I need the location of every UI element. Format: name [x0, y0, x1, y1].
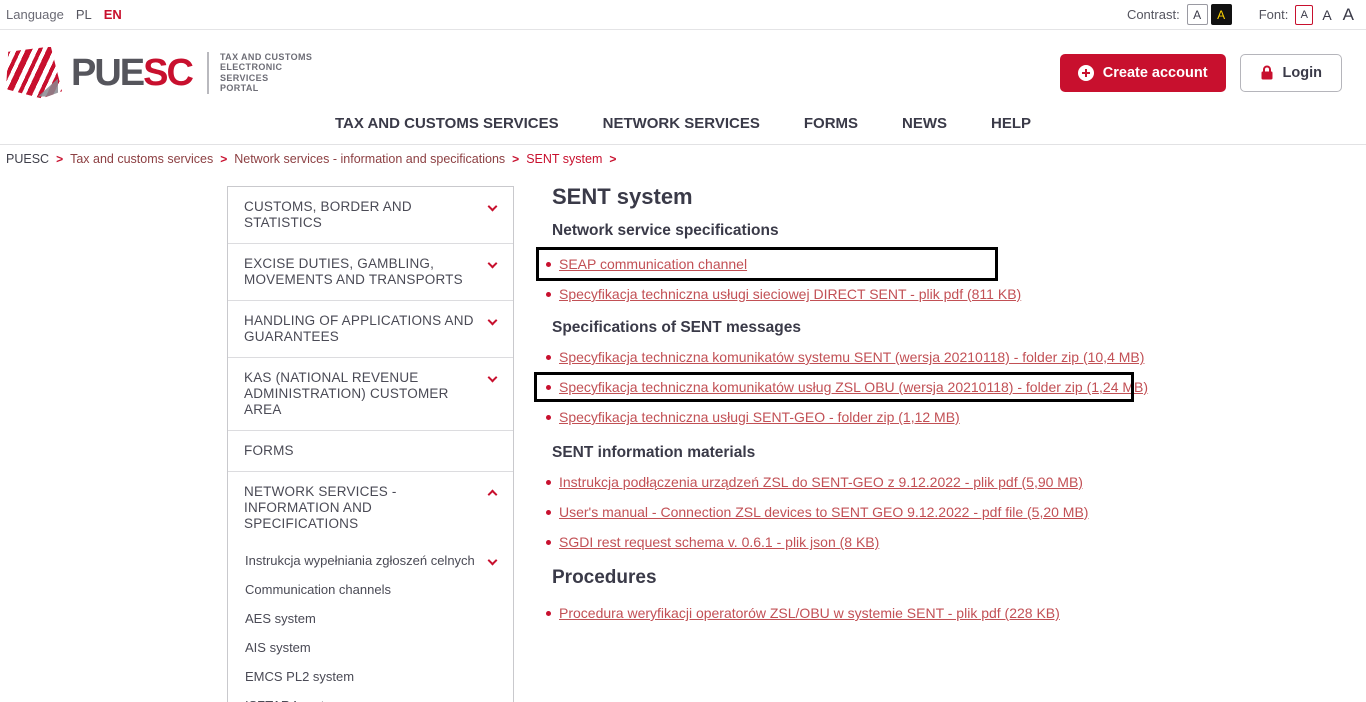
list-item: Procedura weryfikacji operatorów ZSL/OBU…: [546, 600, 1206, 627]
logo-divider: [207, 52, 209, 94]
breadcrumb-chevron-icon: >: [512, 152, 519, 166]
contrast-label: Contrast:: [1127, 7, 1180, 22]
site-header: PUESC TAX AND CUSTOMS ELECTRONIC SERVICE…: [0, 30, 1366, 115]
nav-news[interactable]: NEWS: [902, 115, 947, 132]
sidebar-item-customs-border-statistics[interactable]: CUSTOMS, BORDER AND STATISTICS: [228, 187, 513, 243]
bullet-icon: [546, 292, 551, 297]
link-zsl-obu-messages-zip[interactable]: Specyfikacja techniczna komunikatów usłu…: [559, 379, 1148, 395]
sidebar-menu: CUSTOMS, BORDER AND STATISTICS EXCISE DU…: [227, 186, 514, 702]
nav-forms[interactable]: FORMS: [804, 115, 858, 132]
sidebar-subitem-emcs-pl2-system[interactable]: EMCS PL2 system: [228, 662, 513, 691]
sidebar-subitem-instrukcja-zgloszen[interactable]: Instrukcja wypełniania zgłoszeń celnych: [228, 546, 513, 575]
list-item: SEAP communication channel: [546, 251, 1206, 278]
language-pl-link[interactable]: PL: [76, 7, 92, 22]
link-sent-system-messages-zip[interactable]: Specyfikacja techniczna komunikatów syst…: [559, 349, 1144, 365]
padlock-icon: [1260, 65, 1274, 80]
sidebar-subitem-isztar4-system[interactable]: ISZTAR4 system: [228, 691, 513, 702]
language-label: Language: [6, 7, 64, 22]
font-size-large-button[interactable]: A: [1341, 5, 1356, 25]
link-users-manual-connection-zsl-pdf[interactable]: User's manual - Connection ZSL devices t…: [559, 504, 1088, 520]
sidebar-subitem-aes-system[interactable]: AES system: [228, 604, 513, 633]
plus-circle-icon: [1078, 65, 1094, 81]
chevron-down-icon: [488, 259, 498, 269]
font-label: Font:: [1259, 7, 1289, 22]
section-heading-sent-information-materials: SENT information materials: [552, 443, 1206, 463]
logo-tagline: TAX AND CUSTOMS ELECTRONIC SERVICES PORT…: [220, 52, 312, 94]
create-account-button[interactable]: Create account: [1060, 54, 1226, 92]
link-seap-communication-channel[interactable]: SEAP communication channel: [559, 256, 747, 272]
bullet-icon: [546, 540, 551, 545]
sidebar-subitem-ais-system[interactable]: AIS system: [228, 633, 513, 662]
puesc-emblem-icon: [6, 47, 62, 99]
puesc-logo[interactable]: PUESC TAX AND CUSTOMS ELECTRONIC SERVICE…: [6, 47, 312, 99]
bullet-icon: [546, 262, 551, 267]
bullet-icon: [546, 480, 551, 485]
chevron-down-icon: [488, 373, 498, 383]
chevron-up-icon: [488, 490, 498, 500]
puesc-page: Language PL EN Contrast: A A Font: A A A…: [0, 0, 1366, 702]
breadcrumb-tax-and-customs[interactable]: Tax and customs services: [70, 152, 213, 166]
breadcrumb-sent-system[interactable]: SENT system: [526, 152, 602, 166]
bullet-icon: [546, 510, 551, 515]
sidebar-item-kas-customer-area[interactable]: KAS (NATIONAL REVENUE ADMINISTRATION) CU…: [228, 357, 513, 430]
sidebar-item-excise-duties[interactable]: EXCISE DUTIES, GAMBLING, MOVEMENTS AND T…: [228, 243, 513, 300]
bullet-icon: [546, 355, 551, 360]
list-item: Specyfikacja techniczna komunikatów syst…: [546, 344, 1206, 371]
nav-tax-and-customs-services[interactable]: TAX AND CUSTOMS SERVICES: [335, 115, 559, 132]
logo-wordmark: PUESC: [71, 54, 192, 92]
breadcrumb: PUESC > Tax and customs services > Netwo…: [0, 145, 1366, 166]
list-item: Specyfikacja techniczna usługi SENT-GEO …: [546, 404, 1206, 431]
section-heading-specifications-of-sent-messages: Specifications of SENT messages: [552, 318, 1206, 338]
main-content: SENT system Network service specificatio…: [546, 183, 1206, 630]
font-size-medium-button[interactable]: A: [1320, 7, 1333, 23]
bullet-icon: [546, 611, 551, 616]
sidebar-item-handling-applications[interactable]: HANDLING OF APPLICATIONS AND GUARANTEES: [228, 300, 513, 357]
font-size-small-button[interactable]: A: [1295, 5, 1313, 25]
chevron-down-icon: [488, 556, 498, 566]
list-item: Specyfikacja techniczna komunikatów usłu…: [546, 374, 1206, 401]
sidebar-submenu: Instrukcja wypełniania zgłoszeń celnych …: [228, 544, 513, 702]
link-sgdi-rest-request-schema-json[interactable]: SGDI rest request schema v. 0.6.1 - plik…: [559, 534, 879, 550]
page-title: SENT system: [552, 183, 1206, 211]
list-item: Specyfikacja techniczna usługi sieciowej…: [546, 281, 1206, 308]
breadcrumb-chevron-icon: >: [56, 152, 63, 166]
breadcrumb-chevron-icon: >: [609, 152, 616, 166]
breadcrumb-network-services[interactable]: Network services - information and speci…: [234, 152, 505, 166]
nav-help[interactable]: HELP: [991, 115, 1031, 132]
bullet-icon: [546, 385, 551, 390]
login-button[interactable]: Login: [1240, 54, 1342, 92]
sidebar-item-network-services-info[interactable]: NETWORK SERVICES - INFORMATION AND SPECI…: [228, 471, 513, 544]
link-instrukcja-podlaczenia-zsl-pdf[interactable]: Instrukcja podłączenia urządzeń ZSL do S…: [559, 474, 1083, 490]
link-sent-geo-service-zip[interactable]: Specyfikacja techniczna usługi SENT-GEO …: [559, 409, 960, 425]
chevron-down-icon: [488, 316, 498, 326]
breadcrumb-chevron-icon: >: [220, 152, 227, 166]
main-navigation: TAX AND CUSTOMS SERVICES NETWORK SERVICE…: [0, 115, 1366, 145]
contrast-normal-button[interactable]: A: [1187, 4, 1208, 25]
chevron-down-icon: [488, 202, 498, 212]
sidebar-item-forms[interactable]: FORMS: [228, 430, 513, 471]
link-list: Procedura weryfikacji operatorów ZSL/OBU…: [546, 600, 1206, 627]
link-procedura-weryfikacji-zsl-obu-pdf[interactable]: Procedura weryfikacji operatorów ZSL/OBU…: [559, 605, 1060, 621]
language-en-link[interactable]: EN: [104, 7, 122, 22]
link-direct-sent-spec-pdf[interactable]: Specyfikacja techniczna usługi sieciowej…: [559, 286, 1021, 302]
contrast-high-button[interactable]: A: [1211, 4, 1232, 25]
top-utility-bar: Language PL EN Contrast: A A Font: A A A: [0, 0, 1366, 30]
link-list: Specyfikacja techniczna komunikatów syst…: [546, 344, 1206, 431]
link-list: Instrukcja podłączenia urządzeń ZSL do S…: [546, 469, 1206, 556]
sidebar-subitem-communication-channels[interactable]: Communication channels: [228, 575, 513, 604]
breadcrumb-puesc[interactable]: PUESC: [6, 152, 49, 166]
list-item: Instrukcja podłączenia urządzeń ZSL do S…: [546, 469, 1206, 496]
section-heading-network-service-specifications: Network service specifications: [552, 221, 1206, 241]
list-item: User's manual - Connection ZSL devices t…: [546, 499, 1206, 526]
bullet-icon: [546, 415, 551, 420]
section-heading-procedures: Procedures: [552, 566, 1206, 590]
list-item: SGDI rest request schema v. 0.6.1 - plik…: [546, 529, 1206, 556]
link-list: SEAP communication channel Specyfikacja …: [546, 251, 1206, 308]
nav-network-services[interactable]: NETWORK SERVICES: [603, 115, 760, 132]
